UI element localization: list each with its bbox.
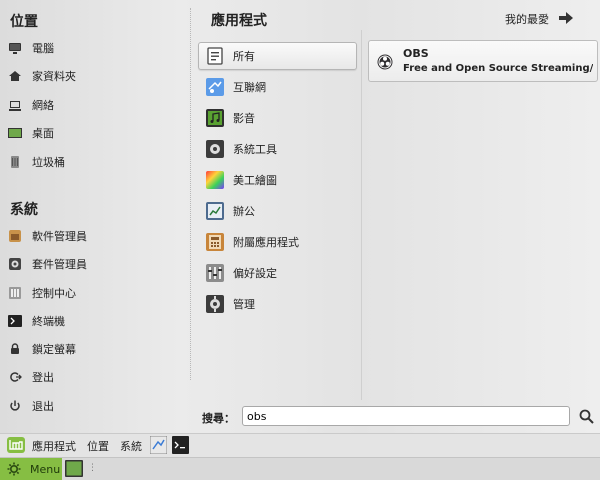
system-title: 系統 — [10, 202, 38, 218]
logout-icon — [8, 370, 22, 384]
category-office[interactable]: 辦公 — [198, 197, 357, 225]
mint-logo-icon[interactable] — [7, 437, 25, 456]
place-desktop-label: 桌面 — [32, 127, 54, 140]
place-trash[interactable]: 垃圾桶 — [8, 151, 182, 173]
office-icon — [206, 202, 224, 220]
accessories-icon — [206, 233, 224, 251]
home-icon — [8, 69, 22, 83]
place-network[interactable]: 網絡 — [8, 94, 182, 116]
favorites-label: 我的最愛 — [505, 13, 549, 26]
software-manager-icon — [8, 229, 22, 243]
system-logout-label: 登出 — [32, 371, 54, 384]
system-logout[interactable]: 登出 — [8, 366, 182, 388]
show-desktop-icon[interactable] — [65, 460, 83, 480]
app-result-obs[interactable]: OBS Free and Open Source Streaming/Recor… — [368, 40, 598, 82]
terminal-icon — [8, 314, 22, 328]
search-label: 搜尋： — [202, 412, 235, 425]
system-terminal[interactable]: 終端機 — [8, 310, 182, 332]
system-tools-icon — [206, 140, 224, 158]
trash-icon — [8, 155, 22, 169]
place-home[interactable]: 家資料夾 — [8, 65, 182, 87]
network-manager-icon[interactable] — [149, 435, 168, 457]
system-lock-screen[interactable]: 鎖定螢幕 — [8, 338, 182, 360]
place-home-label: 家資料夾 — [32, 70, 76, 83]
panel-applications-menu[interactable]: 應用程式 — [32, 438, 76, 454]
category-system-tools-label: 系統工具 — [233, 143, 277, 156]
terminal-launcher-icon[interactable] — [172, 436, 189, 457]
arrow-right-icon — [559, 11, 573, 27]
package-manager-icon — [8, 257, 22, 271]
category-system-tools[interactable]: 系統工具 — [198, 135, 357, 163]
middle-divider — [361, 30, 362, 400]
category-internet[interactable]: 互聯網 — [198, 73, 357, 101]
place-computer[interactable]: 電腦 — [8, 37, 182, 59]
menu-button[interactable]: Menu — [0, 458, 62, 480]
bottom-panel: Menu ⋮ — [0, 457, 600, 480]
system-software-manager-label: 軟件管理員 — [32, 230, 87, 243]
place-desktop[interactable]: 桌面 — [8, 122, 182, 144]
system-lock-screen-label: 鎖定螢幕 — [32, 343, 76, 356]
place-network-label: 網絡 — [32, 99, 54, 112]
category-multimedia[interactable]: 影音 — [198, 104, 357, 132]
places-title: 位置 — [10, 14, 38, 30]
categories-title: 應用程式 — [211, 13, 267, 29]
category-graphics-label: 美工繪圖 — [233, 174, 277, 187]
system-control-center[interactable]: 控制中心 — [8, 282, 182, 304]
menu-label: Menu — [30, 462, 61, 476]
all-apps-icon — [206, 47, 224, 65]
search-icon[interactable] — [578, 408, 596, 426]
application-menu: 位置 電腦 家資料夾 網絡 桌面 垃圾桶 系統 軟件管理員 套件管理員 控制中心… — [0, 0, 600, 433]
system-package-manager[interactable]: 套件管理員 — [8, 253, 182, 275]
multimedia-icon — [206, 109, 224, 127]
category-all-label: 所有 — [233, 50, 255, 63]
category-preferences-label: 偏好設定 — [233, 267, 277, 280]
search-input[interactable] — [242, 406, 570, 426]
category-internet-label: 互聯網 — [233, 81, 266, 94]
network-icon — [8, 98, 22, 112]
category-graphics[interactable]: 美工繪圖 — [198, 166, 357, 194]
system-quit-label: 退出 — [32, 400, 54, 413]
place-trash-label: 垃圾桶 — [32, 156, 65, 169]
top-panel: 應用程式 位置 系統 — [0, 433, 600, 458]
category-accessories[interactable]: 附屬應用程式 — [198, 228, 357, 256]
panel-places-menu[interactable]: 位置 — [87, 438, 109, 454]
category-administration[interactable]: 管理 — [198, 290, 357, 318]
gear-icon — [7, 462, 21, 476]
category-administration-label: 管理 — [233, 298, 255, 311]
panel-separator-handle[interactable]: ⋮ — [88, 463, 97, 473]
lock-icon — [8, 342, 22, 356]
place-computer-label: 電腦 — [32, 42, 54, 55]
panel-system-menu[interactable]: 系統 — [120, 438, 142, 454]
system-quit[interactable]: 退出 — [8, 395, 182, 417]
categories-pane: 應用程式 所有 互聯網 影音 系統工具 美工繪圖 辦公 附屬應用程式 偏好設定 … — [191, 0, 361, 400]
monitor-icon — [8, 41, 22, 55]
system-package-manager-label: 套件管理員 — [32, 258, 87, 271]
preferences-icon — [206, 264, 224, 282]
administration-icon — [206, 295, 224, 313]
app-result-name: OBS — [403, 47, 429, 60]
category-preferences[interactable]: 偏好設定 — [198, 259, 357, 287]
internet-icon — [206, 78, 224, 96]
places-system-pane: 位置 電腦 家資料夾 網絡 桌面 垃圾桶 系統 軟件管理員 套件管理員 控制中心… — [0, 0, 190, 433]
category-accessories-label: 附屬應用程式 — [233, 236, 299, 249]
favorites-button[interactable]: 我的最愛 — [505, 11, 573, 27]
app-result-description: Free and Open Source Streaming/Recor... — [403, 63, 593, 74]
category-multimedia-label: 影音 — [233, 112, 255, 125]
system-terminal-label: 終端機 — [32, 315, 65, 328]
graphics-icon — [206, 171, 224, 189]
desktop-icon — [8, 126, 22, 140]
power-icon — [8, 399, 22, 413]
category-office-label: 辦公 — [233, 205, 255, 218]
system-software-manager[interactable]: 軟件管理員 — [8, 225, 182, 247]
system-control-center-label: 控制中心 — [32, 287, 76, 300]
category-all[interactable]: 所有 — [198, 42, 357, 70]
obs-icon — [377, 54, 393, 70]
control-center-icon — [8, 286, 22, 300]
